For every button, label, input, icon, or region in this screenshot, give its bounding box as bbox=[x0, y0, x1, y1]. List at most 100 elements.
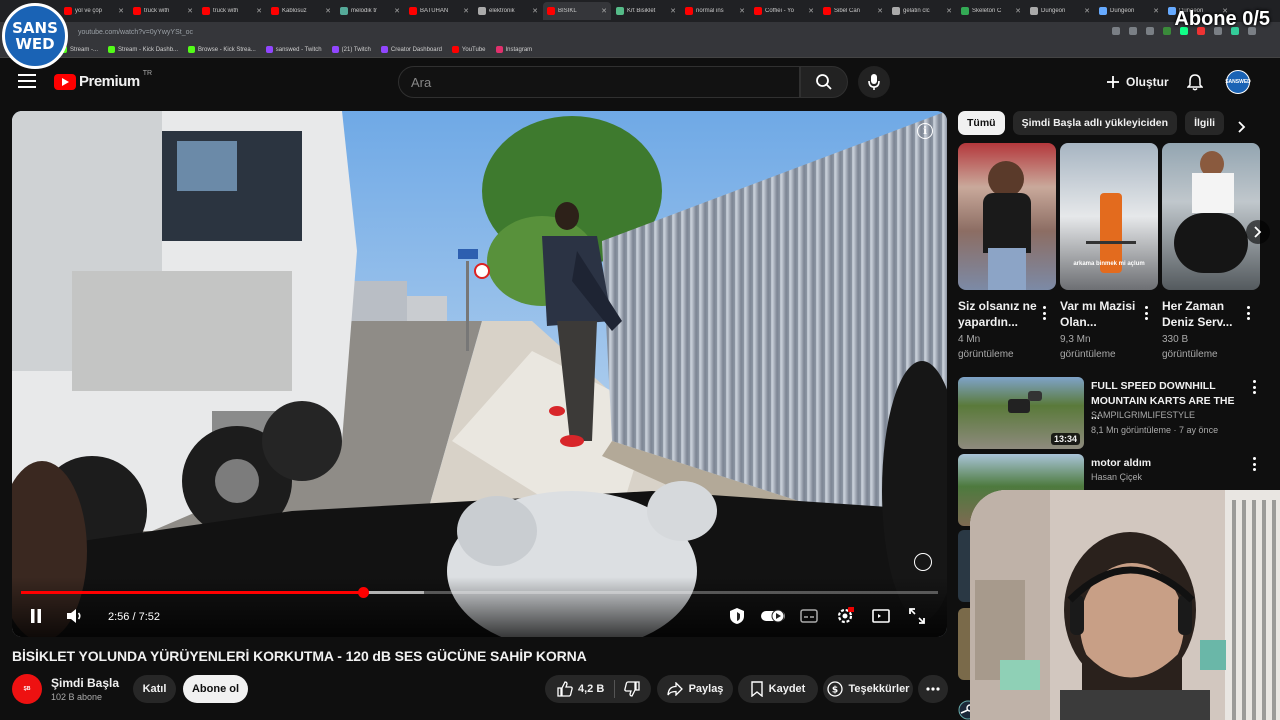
video-title[interactable]: motor aldım bbox=[1091, 456, 1241, 471]
kebab-menu-icon[interactable] bbox=[1144, 306, 1148, 320]
short-title[interactable]: Siz olsanız ne yapardın... bbox=[958, 298, 1040, 330]
browser-tab[interactable]: melodik tr ✕ bbox=[336, 2, 404, 20]
tab-close-icon[interactable]: ✕ bbox=[325, 7, 331, 15]
thanks-button[interactable]: $ Teşekkürler bbox=[823, 675, 913, 703]
browser-tab[interactable]: Dungeon ✕ bbox=[1095, 2, 1163, 20]
url-text[interactable]: youtube.com/watch?v=0yYwyYSt_oc bbox=[78, 29, 193, 36]
share-button[interactable]: Paylaş bbox=[657, 675, 733, 703]
video-thumbnail[interactable]: 13:34 bbox=[958, 377, 1084, 449]
pause-button[interactable] bbox=[26, 605, 46, 627]
youtube-logo[interactable]: Premium TR bbox=[54, 70, 152, 90]
recommended-video[interactable]: 13:34 FULL SPEED DOWNHILL MOUNTAIN KARTS… bbox=[958, 377, 1268, 449]
bookmark-item[interactable]: Instagram bbox=[495, 46, 532, 53]
tab-close-icon[interactable]: ✕ bbox=[532, 7, 538, 15]
autoplay-toggle[interactable] bbox=[760, 605, 786, 627]
short-title[interactable]: Var mı Mazisi Olan... bbox=[1060, 298, 1142, 330]
channel-avatar[interactable]: ŞB bbox=[12, 674, 42, 704]
settings-button[interactable] bbox=[834, 605, 856, 627]
browser-tab[interactable]: Skeleton C ✕ bbox=[957, 2, 1025, 20]
short-title[interactable]: Her Zaman Deniz Serv... bbox=[1162, 298, 1244, 330]
cast-icon[interactable] bbox=[1129, 27, 1137, 35]
short-card[interactable]: Siz olsanız ne yapardın... 4 Mn görüntül… bbox=[958, 143, 1056, 362]
kebab-menu-icon[interactable] bbox=[1252, 380, 1256, 394]
bookmark-item[interactable]: Creator Dashboard bbox=[380, 46, 442, 53]
chip-all[interactable]: Tümü bbox=[958, 111, 1005, 135]
search-box[interactable] bbox=[398, 66, 800, 98]
short-thumbnail[interactable] bbox=[1162, 143, 1260, 290]
search-button[interactable] bbox=[800, 66, 848, 98]
zoom-icon[interactable] bbox=[1112, 27, 1120, 35]
volume-button[interactable] bbox=[64, 605, 86, 627]
shield-button[interactable] bbox=[726, 605, 748, 627]
tab-close-icon[interactable]: ✕ bbox=[601, 7, 607, 15]
like-button[interactable]: 4,2 B bbox=[545, 675, 604, 703]
kebab-menu-icon[interactable] bbox=[1246, 306, 1250, 320]
browser-tab[interactable]: Dungeon ✕ bbox=[1026, 2, 1094, 20]
tab-close-icon[interactable]: ✕ bbox=[739, 7, 745, 15]
browser-tab[interactable]: BATUHAN ✕ bbox=[405, 2, 473, 20]
kebab-menu-icon[interactable] bbox=[1042, 306, 1046, 320]
account-avatar[interactable]: SANS WED bbox=[1225, 70, 1251, 94]
tab-close-icon[interactable]: ✕ bbox=[463, 7, 469, 15]
browser-tab[interactable]: truck with ✕ bbox=[129, 2, 197, 20]
browser-tab[interactable]: gelatin clc ✕ bbox=[888, 2, 956, 20]
shorts-next-button[interactable] bbox=[1246, 220, 1270, 244]
create-button[interactable]: Oluştur bbox=[1098, 70, 1177, 94]
browser-tab[interactable]: Coffiei - Yo ✕ bbox=[750, 2, 818, 20]
browser-tab[interactable]: Krt Bisiklet ✕ bbox=[612, 2, 680, 20]
bookmark-item[interactable]: sanswed - Twitch bbox=[265, 46, 322, 53]
browser-tab[interactable]: elektronik ✕ bbox=[474, 2, 542, 20]
browser-tab[interactable]: BİSİKL ✕ bbox=[543, 2, 611, 20]
browser-tab[interactable]: normal ins ✕ bbox=[681, 2, 749, 20]
kebab-menu-icon[interactable] bbox=[1252, 457, 1256, 471]
video-player[interactable]: i 2:56 / 7:52 bbox=[12, 111, 947, 637]
tab-close-icon[interactable]: ✕ bbox=[1015, 7, 1021, 15]
subtitles-button[interactable] bbox=[798, 605, 820, 627]
tab-close-icon[interactable]: ✕ bbox=[1153, 7, 1159, 15]
address-bar[interactable]: youtube.com/watch?v=0yYwyYSt_oc bbox=[0, 22, 1280, 42]
browser-tab[interactable]: yol ve çöp ✕ bbox=[60, 2, 128, 20]
search-input[interactable] bbox=[411, 74, 799, 90]
save-button[interactable]: Kaydet bbox=[738, 675, 818, 703]
more-actions-button[interactable] bbox=[918, 675, 948, 703]
video-channel[interactable]: Hasan Çiçek bbox=[1091, 472, 1142, 482]
bookmark-item[interactable]: YouTube bbox=[451, 46, 486, 53]
browser-tab[interactable]: truck with ✕ bbox=[198, 2, 266, 20]
short-card[interactable]: Her Zaman Deniz Serv... 330 B görüntülem… bbox=[1162, 143, 1260, 362]
tab-close-icon[interactable]: ✕ bbox=[394, 7, 400, 15]
fullscreen-button[interactable] bbox=[906, 605, 928, 627]
tab-close-icon[interactable]: ✕ bbox=[118, 7, 124, 15]
theater-mode-button[interactable] bbox=[870, 605, 892, 627]
tab-close-icon[interactable]: ✕ bbox=[187, 7, 193, 15]
star-icon[interactable] bbox=[1146, 27, 1154, 35]
bookmark-item[interactable]: (21) Twitch bbox=[331, 46, 371, 53]
chips-next-button[interactable] bbox=[1232, 117, 1252, 137]
voice-search-button[interactable] bbox=[858, 66, 890, 98]
short-card[interactable]: arkama binmek mi açlum Var mı Mazisi Ola… bbox=[1060, 143, 1158, 362]
tab-close-icon[interactable]: ✕ bbox=[877, 7, 883, 15]
tab-close-icon[interactable]: ✕ bbox=[1084, 7, 1090, 15]
tab-close-icon[interactable]: ✕ bbox=[946, 7, 952, 15]
short-thumbnail[interactable] bbox=[958, 143, 1056, 290]
notifications-button[interactable] bbox=[1183, 70, 1207, 94]
bookmark-item[interactable]: Browse - Kick Strea... bbox=[188, 46, 256, 53]
tab-close-icon[interactable]: ✕ bbox=[670, 7, 676, 15]
channel-name[interactable]: Şimdi Başla bbox=[51, 676, 119, 690]
tab-close-icon[interactable]: ✕ bbox=[808, 7, 814, 15]
chip-related[interactable]: İlgili bbox=[1185, 111, 1225, 135]
short-thumbnail[interactable]: arkama binmek mi açlum bbox=[1060, 143, 1158, 290]
extension-icon[interactable] bbox=[1163, 27, 1171, 35]
browser-tab[interactable]: Sibel Can ✕ bbox=[819, 2, 887, 20]
join-button[interactable]: Katıl bbox=[133, 675, 176, 703]
dislike-button[interactable] bbox=[615, 675, 649, 703]
subscribe-button[interactable]: Abone ol bbox=[183, 675, 248, 703]
bookmark-item[interactable]: Stream - Kick Dashb... bbox=[108, 46, 178, 53]
progress-bar[interactable] bbox=[21, 587, 938, 598]
progress-scrubber[interactable] bbox=[358, 587, 370, 598]
hamburger-menu-icon[interactable] bbox=[18, 74, 36, 88]
chip-from-uploader[interactable]: Şimdi Başla adlı yükleyiciden bbox=[1012, 111, 1178, 135]
tab-close-icon[interactable]: ✕ bbox=[256, 7, 262, 15]
info-icon[interactable]: i bbox=[917, 123, 933, 139]
video-channel[interactable]: SAMPILGRIMLIFESTYLE bbox=[1091, 410, 1195, 420]
browser-tab[interactable]: Kablosuz ✕ bbox=[267, 2, 335, 20]
